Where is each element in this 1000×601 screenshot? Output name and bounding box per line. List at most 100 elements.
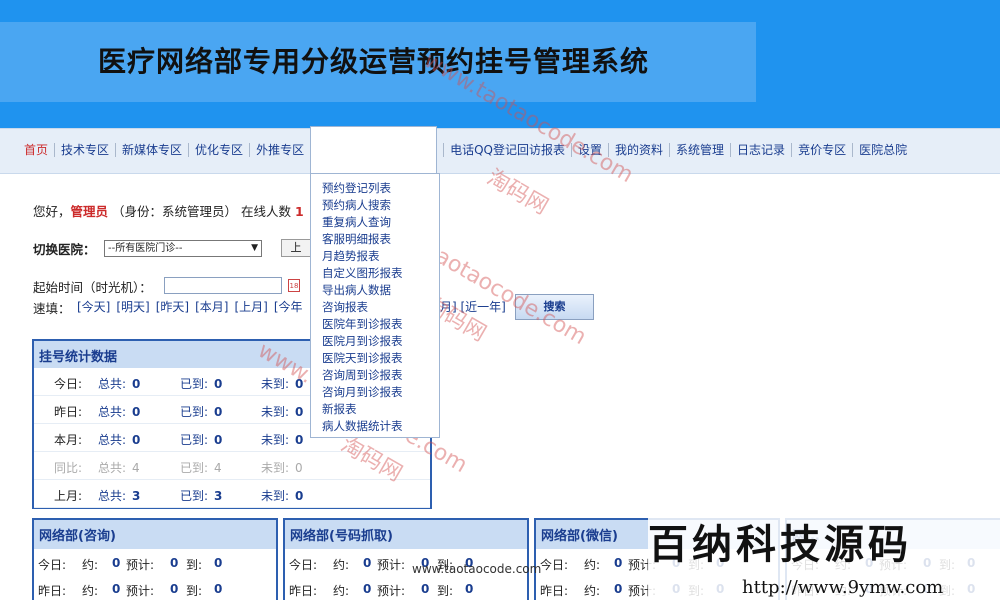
quick-fill-label: 速填： xyxy=(33,301,71,316)
appt-label: 约: xyxy=(584,558,601,572)
row-label: 今日: xyxy=(38,558,67,572)
network-row: 今日: 约: 0 预计: 0 到: 0 xyxy=(34,549,276,575)
dropdown-item[interactable]: 病人数据统计表 xyxy=(322,418,439,435)
dropdown-item[interactable]: 导出病人数据 xyxy=(322,282,439,299)
arrived-value: 0 xyxy=(214,377,223,391)
dropdown-menu: 预约登记列表 预约病人搜索 重复病人查询 客服明细报表 月趋势报表 自定义图形报表 导出病人… xyxy=(310,173,440,438)
arrived-label: 已到: xyxy=(180,405,209,419)
arrived-label: 已到: xyxy=(180,377,209,391)
arrived-value: 4 xyxy=(214,461,222,475)
total-cell: 总共: 0 xyxy=(98,375,140,392)
dropdown-item[interactable]: 重复病人查询 xyxy=(322,214,439,231)
hospital-select[interactable]: --所有医院门诊-- ▼ xyxy=(104,240,262,257)
role-text: （身份：系统管理员） xyxy=(112,204,238,219)
arrived-cell: 已到: 4 xyxy=(180,459,222,476)
hospital-select-value: --所有医院门诊-- xyxy=(108,243,183,254)
start-date-input[interactable] xyxy=(164,277,282,294)
expected-label: 预计: xyxy=(126,558,155,572)
nav-item[interactable]: 外推专区 xyxy=(250,143,312,157)
nav-item[interactable]: 日志记录 xyxy=(731,143,793,157)
appt-value: 0 xyxy=(112,582,121,596)
nav-item[interactable]: 医院总院 xyxy=(853,143,913,157)
appt-value: 0 xyxy=(363,556,372,570)
total-label: 总共: xyxy=(98,433,127,447)
dropdown-item[interactable]: 预约病人搜索 xyxy=(322,197,439,214)
dropdown-item[interactable]: 月趋势报表 xyxy=(322,248,439,265)
quick-fill-link[interactable]: [上月] xyxy=(235,300,268,314)
online-count: 1 xyxy=(295,204,304,219)
title-box: 医疗网络部专用分级运营预约挂号管理系统 xyxy=(0,22,756,102)
online-label: 在线人数 xyxy=(241,204,292,219)
stats-row: 上月: 总共: 3 已到: 3 未到: 0 xyxy=(34,480,430,508)
dropdown-item[interactable]: 新报表 xyxy=(322,401,439,418)
quick-fill-link[interactable]: [昨天] xyxy=(156,300,189,314)
arrived-cell: 已到: 0 xyxy=(180,375,222,392)
nav-item[interactable]: 新媒体专区 xyxy=(116,143,190,157)
network-row: 昨日: 约: 0 预计: 0 到: 0 xyxy=(285,575,527,601)
quick-fill-link[interactable]: [明天] xyxy=(116,300,149,314)
nav-item[interactable]: 设置 xyxy=(572,143,610,157)
row-label: 昨日: xyxy=(54,405,83,419)
nav-item[interactable]: 系统管理 xyxy=(670,143,732,157)
appt-label: 约: xyxy=(584,584,601,598)
expected-value: 0 xyxy=(421,582,430,596)
network-row: 昨日: 约: 0 预计: 0 到: 0 xyxy=(34,575,276,601)
greeting: 您好， xyxy=(33,204,71,219)
chevron-down-icon: ▼ xyxy=(251,243,258,253)
dropdown-item[interactable]: 咨询月到诊报表 xyxy=(322,384,439,401)
row-label: 本月: xyxy=(54,433,83,447)
not-arrived-label: 未到: xyxy=(261,461,290,475)
total-cell: 总共: 0 xyxy=(98,403,140,420)
row-label: 同比: xyxy=(54,461,83,475)
dropdown-list: 预约登记列表 预约病人搜索 重复病人查询 客服明细报表 月趋势报表 自定义图形报表 导出病人… xyxy=(311,174,439,435)
not-arrived-value: 0 xyxy=(295,461,303,475)
arrived-cell: 已到: 3 xyxy=(180,487,222,504)
row-label: 今日: xyxy=(540,558,569,572)
dropdown-item[interactable]: 咨询报表 xyxy=(322,299,439,316)
expected-value: 0 xyxy=(170,582,179,596)
quick-fill-tail[interactable]: 月] [近一年] xyxy=(440,298,506,315)
not-arrived-label: 未到: xyxy=(261,405,290,419)
arrived-value: 0 xyxy=(214,556,223,570)
calendar-icon[interactable]: 18 xyxy=(288,279,300,292)
total-label: 总共: xyxy=(98,489,127,503)
quick-fill-link[interactable]: [今天] xyxy=(77,300,110,314)
not-arrived-label: 未到: xyxy=(261,489,290,503)
dropdown-item[interactable]: 自定义图形报表 xyxy=(322,265,439,282)
network-panel: 网络部(咨询) 今日: 约: 0 预计: 0 到: 0 昨日: 约: 0 预计: 0 到: 0 xyxy=(32,518,278,600)
dropdown-item[interactable]: 咨询周到诊报表 xyxy=(322,367,439,384)
page-title: 医疗网络部专用分级运营预约挂号管理系统 xyxy=(98,45,650,78)
total-value: 3 xyxy=(132,489,141,503)
nav-item[interactable]: 优化专区 xyxy=(189,143,251,157)
quick-fill-link[interactable]: [今年 xyxy=(274,300,303,314)
arrived-label: 到: xyxy=(437,584,454,598)
arrived-label: 已到: xyxy=(180,461,209,475)
appt-label: 约: xyxy=(333,584,350,598)
header-banner: 医疗网络部专用分级运营预约挂号管理系统 xyxy=(0,0,1000,128)
not-arrived-value: 0 xyxy=(295,433,304,447)
expected-label: 预计: xyxy=(377,584,406,598)
dropdown-tab-highlight xyxy=(310,126,437,174)
expected-label: 预计: xyxy=(377,558,406,572)
search-button[interactable]: 搜索 xyxy=(515,294,594,320)
dropdown-item[interactable]: 预约登记列表 xyxy=(322,180,439,197)
nav-item[interactable]: 技术专区 xyxy=(55,143,117,157)
not-arrived-label: 未到: xyxy=(261,433,290,447)
nav-item[interactable]: 首页 xyxy=(18,143,56,157)
row-label: 上月: xyxy=(54,489,83,503)
appt-label: 约: xyxy=(82,558,99,572)
up-button[interactable]: 上 xyxy=(281,239,311,257)
nav-item[interactable]: 我的资料 xyxy=(609,143,671,157)
dropdown-item[interactable]: 医院月到诊报表 xyxy=(322,333,439,350)
nav-item[interactable]: 电话QQ登记回访报表 xyxy=(444,143,572,157)
arrived-value: 0 xyxy=(214,405,223,419)
dropdown-item[interactable]: 客服明细报表 xyxy=(322,231,439,248)
arrived-value: 0 xyxy=(214,433,223,447)
username[interactable]: 管理员 xyxy=(71,204,109,219)
not-arrived-cell: 未到: 0 xyxy=(261,431,303,448)
dropdown-item[interactable]: 医院天到诊报表 xyxy=(322,350,439,367)
dropdown-item[interactable]: 医院年到诊报表 xyxy=(322,316,439,333)
nav-item[interactable]: 竞价专区 xyxy=(792,143,854,157)
arrived-value: 3 xyxy=(214,489,223,503)
quick-fill-link[interactable]: [本月] xyxy=(195,300,228,314)
